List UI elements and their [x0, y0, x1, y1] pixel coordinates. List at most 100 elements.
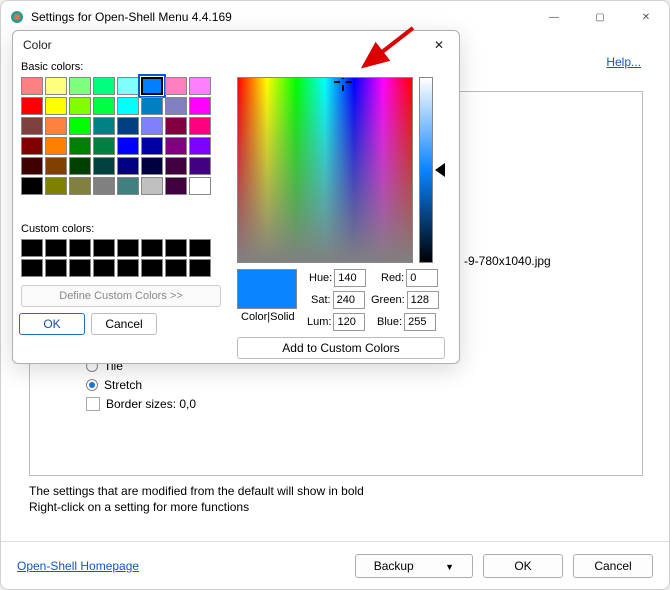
- basic-color-swatch[interactable]: [69, 77, 91, 95]
- basic-color-swatch[interactable]: [45, 97, 67, 115]
- basic-color-swatch[interactable]: [69, 97, 91, 115]
- basic-color-swatch[interactable]: [141, 157, 163, 175]
- basic-color-swatch[interactable]: [93, 177, 115, 195]
- homepage-link[interactable]: Open-Shell Homepage: [17, 559, 139, 573]
- basic-color-swatch[interactable]: [45, 137, 67, 155]
- basic-color-swatch[interactable]: [93, 97, 115, 115]
- basic-color-swatch[interactable]: [45, 77, 67, 95]
- hint-text: The settings that are modified from the …: [29, 483, 364, 515]
- custom-colors-label: Custom colors:: [21, 223, 94, 235]
- radio-icon: [86, 379, 98, 391]
- custom-color-swatch[interactable]: [141, 239, 163, 257]
- ok-button[interactable]: OK: [483, 554, 563, 578]
- custom-color-swatch[interactable]: [141, 259, 163, 277]
- custom-color-swatch[interactable]: [117, 239, 139, 257]
- lum-field-group: Lum:: [307, 313, 365, 331]
- close-icon[interactable]: ✕: [429, 38, 449, 52]
- close-button[interactable]: ✕: [623, 1, 669, 33]
- custom-color-swatch[interactable]: [69, 239, 91, 257]
- cancel-button[interactable]: Cancel: [573, 554, 653, 578]
- basic-color-swatch[interactable]: [21, 137, 43, 155]
- basic-color-swatch[interactable]: [165, 177, 187, 195]
- basic-color-swatch[interactable]: [45, 117, 67, 135]
- basic-color-swatch[interactable]: [165, 157, 187, 175]
- basic-color-swatch[interactable]: [189, 177, 211, 195]
- define-custom-colors-button[interactable]: Define Custom Colors >>: [21, 285, 221, 307]
- hue-label: Hue:: [309, 272, 332, 284]
- custom-color-swatch[interactable]: [189, 239, 211, 257]
- backup-button[interactable]: Backup ▼: [355, 554, 473, 578]
- basic-color-swatch[interactable]: [165, 117, 187, 135]
- basic-color-swatch[interactable]: [189, 117, 211, 135]
- basic-color-swatch[interactable]: [117, 77, 139, 95]
- custom-color-swatch[interactable]: [165, 239, 187, 257]
- basic-color-swatch[interactable]: [21, 157, 43, 175]
- red-input[interactable]: [406, 269, 438, 287]
- radio-stretch-label: Stretch: [104, 376, 142, 394]
- basic-color-swatch[interactable]: [69, 157, 91, 175]
- green-input[interactable]: [407, 291, 439, 309]
- basic-color-swatch[interactable]: [141, 77, 163, 95]
- basic-color-swatch[interactable]: [189, 77, 211, 95]
- border-sizes-row[interactable]: Border sizes: 0,0: [86, 395, 196, 413]
- custom-color-swatch[interactable]: [45, 239, 67, 257]
- basic-color-swatch[interactable]: [117, 157, 139, 175]
- chevron-down-icon: ▼: [445, 556, 454, 578]
- custom-color-swatch[interactable]: [189, 259, 211, 277]
- basic-color-swatch[interactable]: [165, 77, 187, 95]
- hue-input[interactable]: [334, 269, 366, 287]
- luminance-slider[interactable]: [419, 77, 433, 263]
- blue-input[interactable]: [404, 313, 436, 331]
- custom-color-swatch[interactable]: [165, 259, 187, 277]
- custom-color-swatch[interactable]: [117, 259, 139, 277]
- basic-color-swatch[interactable]: [21, 97, 43, 115]
- custom-color-swatch[interactable]: [93, 259, 115, 277]
- basic-color-swatch[interactable]: [21, 177, 43, 195]
- radio-stretch-row[interactable]: Stretch: [86, 376, 196, 394]
- basic-color-swatch[interactable]: [189, 97, 211, 115]
- hue-sat-field[interactable]: [237, 77, 413, 263]
- basic-color-swatch[interactable]: [141, 117, 163, 135]
- custom-color-swatch[interactable]: [45, 259, 67, 277]
- sat-input[interactable]: [333, 291, 365, 309]
- main-title-text: Settings for Open-Shell Menu 4.4.169: [31, 10, 232, 24]
- basic-color-swatch[interactable]: [45, 157, 67, 175]
- basic-color-swatch[interactable]: [141, 137, 163, 155]
- red-label: Red:: [381, 272, 404, 284]
- basic-color-swatch[interactable]: [117, 177, 139, 195]
- hint-line1: The settings that are modified from the …: [29, 483, 364, 499]
- basic-color-swatch[interactable]: [141, 97, 163, 115]
- help-link[interactable]: Help...: [606, 55, 641, 69]
- basic-color-swatch[interactable]: [93, 137, 115, 155]
- basic-color-swatch[interactable]: [117, 117, 139, 135]
- document-icon: [86, 397, 100, 411]
- basic-color-swatch[interactable]: [69, 177, 91, 195]
- basic-color-swatch[interactable]: [21, 77, 43, 95]
- custom-color-swatch[interactable]: [93, 239, 115, 257]
- basic-color-swatch[interactable]: [69, 117, 91, 135]
- basic-color-swatch[interactable]: [93, 77, 115, 95]
- basic-color-swatch[interactable]: [117, 137, 139, 155]
- basic-color-swatch[interactable]: [189, 157, 211, 175]
- basic-color-swatch[interactable]: [141, 177, 163, 195]
- custom-color-swatch[interactable]: [21, 259, 43, 277]
- minimize-button[interactable]: —: [531, 1, 577, 33]
- basic-color-swatch[interactable]: [45, 177, 67, 195]
- basic-color-swatch[interactable]: [165, 137, 187, 155]
- basic-color-swatch[interactable]: [69, 137, 91, 155]
- maximize-button[interactable]: ▢: [577, 1, 623, 33]
- color-cancel-button[interactable]: Cancel: [91, 313, 157, 335]
- basic-color-swatch[interactable]: [93, 117, 115, 135]
- add-to-custom-colors-button[interactable]: Add to Custom Colors: [237, 337, 445, 359]
- basic-color-swatch[interactable]: [165, 97, 187, 115]
- custom-color-swatch[interactable]: [21, 239, 43, 257]
- basic-color-swatch[interactable]: [21, 117, 43, 135]
- basic-color-swatch[interactable]: [117, 97, 139, 115]
- color-dialog-titlebar: Color ✕: [13, 31, 459, 59]
- custom-color-swatch[interactable]: [69, 259, 91, 277]
- basic-color-swatch[interactable]: [93, 157, 115, 175]
- lum-input[interactable]: [333, 313, 365, 331]
- color-ok-button[interactable]: OK: [19, 313, 85, 335]
- color-dialog: Color ✕ Basic colors: Custom colors: Def…: [12, 30, 460, 364]
- basic-color-swatch[interactable]: [189, 137, 211, 155]
